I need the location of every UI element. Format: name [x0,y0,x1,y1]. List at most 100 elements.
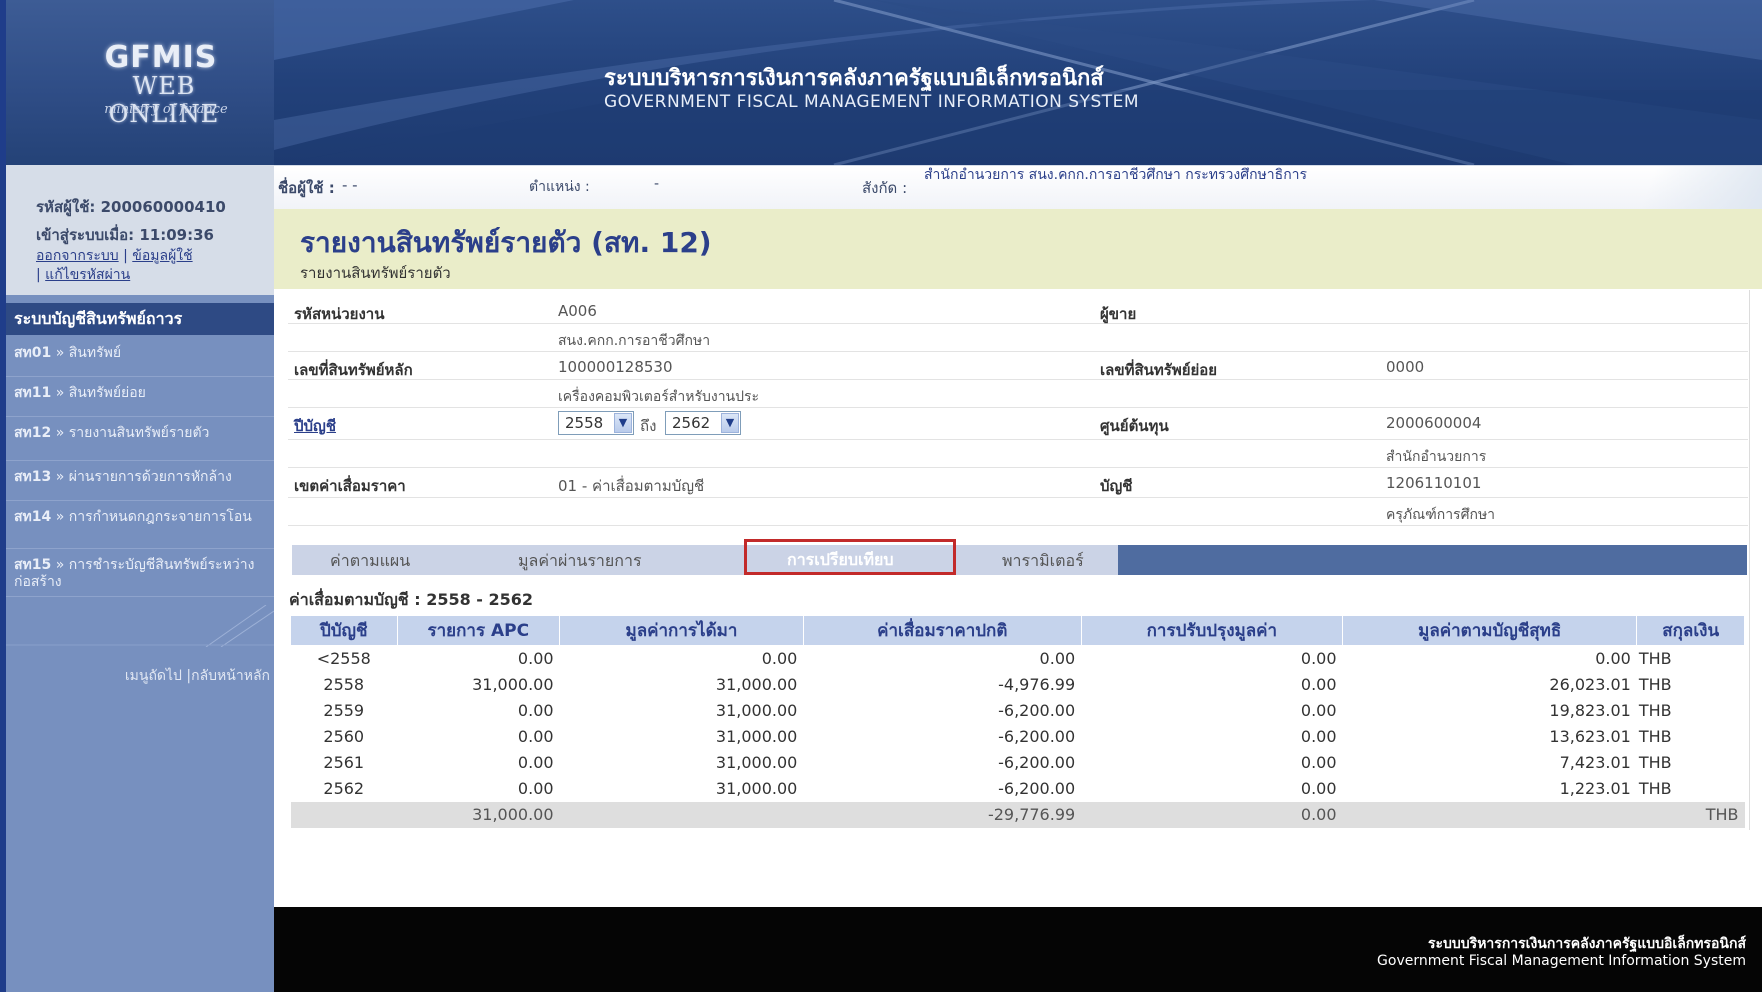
unit-code-value: A006 [558,302,597,320]
cost-center-value: 2000600004 [1386,414,1482,432]
table-total-row: 31,000.00 -29,776.99 0.00 THB [290,801,1745,828]
cell-apc: 0.00 [517,649,554,669]
content-divider [1749,290,1750,830]
banner-title-english: GOVERNMENT FISCAL MANAGEMENT INFORMATION… [604,92,1140,112]
profile-link[interactable]: ข้อมูลผู้ใช้ [132,248,192,264]
footer-title-english: Government Fiscal Management Information… [1377,953,1746,969]
main-asset-description: เครื่องคอมพิวเตอร์สำหรับงานประ [558,389,760,405]
cell-adjustment-total: 0.00 [1081,801,1343,828]
fiscal-year-to-select[interactable]: 2562 ▼ [665,411,741,435]
page-subtitle: รายงานสินทรัพย์รายตัว [300,264,451,282]
cell-adjustment: 0.00 [1300,675,1337,694]
sidebar-footer [6,922,274,992]
cell-acquisition: 31,000.00 [715,675,798,694]
cost-center-name: สำนักอำนวยการ [1386,449,1487,465]
tab-parameters[interactable]: พารามิเตอร์ [1002,549,1084,574]
cell-currency: THB [1638,779,1672,798]
sidebar-item-asset-report[interactable]: สท12 » รายงานสินทรัพย์รายตัว [6,417,274,461]
banner-title-thai: ระบบบริหารการเงินการคลังภาครัฐแบบอิเล็กท… [604,66,1104,91]
depreciation-table: ปีบัญชี รายการ APC มูลค่าการได้มา ค่าเสื… [290,615,1745,828]
to-label: ถึง [640,417,657,435]
cell-acquisition: 31,000.00 [715,727,798,746]
table-row: 2560 0.00 31,000.00 -6,200.00 0.00 13,62… [291,724,1745,750]
sidebar-item-transfer-rules[interactable]: สท14 » การกำหนดกฎกระจายการโอน [6,501,274,549]
cell-depreciation: -6,200.00 [998,779,1076,798]
sidebar-item-auc-settlement[interactable]: สท15 » การชำระบัญชีสินทรัพย์ระหว่างก่อสร… [6,549,274,597]
gfmis-logo: GFMIS WEB ONLINE ministry of finance [6,0,274,165]
cell-apc: 0.00 [517,753,554,772]
table-row: 2558 31,000.00 31,000.00 -4,976.99 0.00 … [291,672,1745,698]
sidebar-item-sub-asset[interactable]: สท11 » สินทรัพย์ย่อย [6,377,274,417]
cell-currency-total: THB [1636,801,1745,828]
change-password-link[interactable]: แก้ไขรหัสผ่าน [45,267,130,283]
cell-year: <2558 [316,649,371,669]
tab-value-transactions[interactable]: มูลค่าผ่านรายการ [518,549,642,574]
sidebar-item-offset-posting[interactable]: สท13 » ผ่านรายการด้วยการหักล้าง [6,461,274,501]
unit-name-value: สนง.คกก.การอาชีวศึกษา [558,333,711,349]
table-header-row: ปีบัญชี รายการ APC มูลค่าการได้มา ค่าเสื… [290,615,1745,646]
account-label: บัญชี [1100,477,1133,495]
cell-apc: 0.00 [517,779,554,798]
chevron-down-icon: ▼ [614,413,632,433]
cell-currency: THB [1638,727,1672,746]
menu-label: ผ่านรายการด้วยการหักล้าง [68,469,232,485]
cell-acquisition: 31,000.00 [715,753,798,772]
cell-depreciation: -4,976.99 [998,675,1076,694]
section-heading: ค่าเสื่อมตามบัญชี : 2558 - 2562 [289,590,534,609]
cell-adjustment: 0.00 [1300,779,1337,798]
col-ordinary-depreciation: ค่าเสื่อมราคาปกติ [802,615,1082,646]
table-row: 2559 0.00 31,000.00 -6,200.00 0.00 19,82… [291,698,1745,724]
cell-net-book-value: 7,423.01 [1559,753,1631,772]
sidebar-nav-links[interactable]: เมนูถัดไป |กลับหน้าหลัก [6,665,274,687]
fiscal-year-label-wrap: ปีบัญชี [294,414,336,438]
tab-comparison[interactable]: การเปรียบเทียบ [787,548,894,573]
menu-label: สินทรัพย์ [68,345,122,361]
position-label: ตำแหน่ง : [529,179,590,195]
cell-net-book-value: 19,823.01 [1549,701,1631,720]
col-acquisition-value: มูลค่าการได้มา [559,615,804,646]
sub-asset-value: 0000 [1386,358,1425,376]
menu-code: สท01 [14,345,52,361]
fiscal-year-link[interactable]: ปีบัญชี [294,417,336,435]
cell-net-book-value-total [1342,801,1637,828]
cell-acquisition: 0.00 [761,649,798,669]
table-row: 2561 0.00 31,000.00 -6,200.00 0.00 7,423… [291,750,1745,776]
tab-bar: ค่าตามแผน มูลค่าผ่านรายการ การเปรียบเทีย… [292,539,1747,575]
tab-comparison-highlight[interactable]: การเปรียบเทียบ [744,539,956,575]
depreciation-area-label: เขตค่าเสื่อมราคา [294,477,406,495]
info-bar-decoration [1574,166,1762,210]
menu-code: สท12 [14,425,52,441]
logo-subtext: WEB ONLINE [108,72,220,128]
footer-title-thai: ระบบบริหารการเงินการคลังภาครัฐแบบอิเล็กท… [1427,936,1746,952]
account-name: ครุภัณฑ์การศึกษา [1386,507,1496,523]
fiscal-year-from-select[interactable]: 2558 ▼ [558,411,634,435]
organization-value: สำนักอำนวยการ สนง.คกก.การอาชีวศึกษา กระท… [924,167,1308,183]
cell-acquisition: 31,000.00 [715,779,798,798]
cell-year: 2561 [323,753,365,772]
cell-currency: THB [1638,753,1672,772]
logout-link[interactable]: ออกจากระบบ [36,248,119,264]
table-row: <2558 0.00 0.00 0.00 0.00 0.00 THB [291,646,1745,672]
menu-label: การชำระบัญชีสินทรัพย์ระหว่างก่อสร้าง [14,557,255,590]
cell-depreciation: -6,200.00 [998,753,1076,772]
form-row-cost-center-name: สำนักอำนวยการ [288,440,1748,468]
cell-apc: 31,000.00 [472,675,554,694]
cell-apc: 0.00 [517,727,554,746]
col-currency: สกุลเงิน [1636,615,1745,646]
cell-net-book-value: 13,623.01 [1549,727,1631,746]
cell-depreciation-total: -29,776.99 [803,801,1082,828]
user-name-label: ชื่อผู้ใช้ : [278,179,335,197]
cell-currency: THB [1638,675,1672,694]
cell-year: 2562 [323,779,365,798]
menu-label: รายงานสินทรัพย์รายตัว [68,425,210,441]
header-banner: ระบบบริหารการเงินการคลังภาครัฐแบบอิเล็กท… [274,0,1762,165]
user-links: ออกจากระบบ | ข้อมูลผู้ใช้ | แก้ไขรหัสผ่า… [36,248,193,283]
cell-net-book-value: 1,223.01 [1559,779,1631,798]
sidebar-item-asset[interactable]: สท01 » สินทรัพย์ [6,337,274,377]
form-row-fiscal-year: ปีบัญชี 2558 ▼ ถึง 2562 ▼ ศูนย์ต้นทุน 20… [288,408,1748,440]
app-window: GFMIS WEB ONLINE ministry of finance ระบ… [0,0,1762,992]
cell-apc: 0.00 [517,701,554,720]
tab-plan-values[interactable]: ค่าตามแผน [330,549,410,574]
user-panel: รหัสผู้ใช้: 200060000410 เข้าสู่ระบบเมื่… [6,165,274,295]
unit-code-label: รหัสหน่วยงาน [294,305,385,323]
